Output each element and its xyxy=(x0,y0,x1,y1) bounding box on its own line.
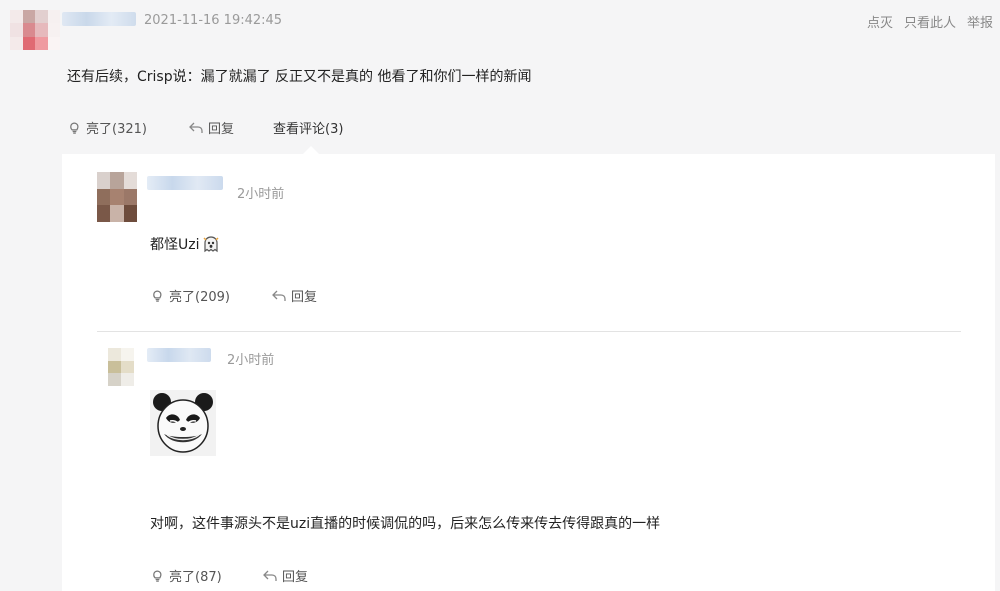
comment-1-time: 2小时前 xyxy=(237,187,285,202)
comment-divider xyxy=(97,331,961,332)
view-comments-button[interactable]: 查看评论(3) xyxy=(273,118,343,137)
comment-2-time: 2小时前 xyxy=(227,353,275,368)
comment-2-content: 对啊，这件事源头不是uzi直播的时候调侃的吗，后来怎么传来传去传得跟真的一样 xyxy=(150,516,661,532)
report-link[interactable]: 举报 xyxy=(967,12,993,31)
comment-1-content: 都怪Uzi xyxy=(150,234,220,254)
ghost-emoji-icon xyxy=(203,236,218,253)
comment-1-author-name[interactable] xyxy=(147,176,223,190)
comment-1-like-button[interactable]: 亮了(209) xyxy=(150,286,230,305)
post-author-name[interactable] xyxy=(62,12,136,26)
post-like-button[interactable]: 亮了(321) xyxy=(67,118,147,137)
comment-2-reply-label: 回复 xyxy=(282,570,309,585)
comment-2-reply-button[interactable]: 回复 xyxy=(262,566,308,585)
comment-2-like-button[interactable]: 亮了(87) xyxy=(150,566,222,585)
post-reply-label: 回复 xyxy=(208,122,235,137)
lightbulb-icon xyxy=(70,122,79,134)
view-comments-label: 查看评论(3) xyxy=(273,122,344,137)
comment-2-avatar[interactable] xyxy=(108,348,134,386)
post-author-avatar[interactable] xyxy=(10,10,60,50)
panda-meme-icon xyxy=(150,390,216,456)
post-reply-button[interactable]: 回复 xyxy=(188,118,234,137)
dislike-link[interactable]: 点灭 xyxy=(867,12,893,31)
comment-1-reply-button[interactable]: 回复 xyxy=(271,286,317,305)
reply-arrow-icon xyxy=(263,570,277,581)
comment-1-avatar[interactable] xyxy=(97,172,137,222)
comment-1-like-label: 亮了(209) xyxy=(169,290,230,305)
only-this-user-link[interactable]: 只看此人 xyxy=(904,12,956,31)
reply-arrow-icon xyxy=(272,290,286,301)
post-like-label: 亮了(321) xyxy=(86,122,147,137)
reply-arrow-icon xyxy=(189,122,203,133)
lightbulb-icon xyxy=(153,570,162,582)
comment-2-like-label: 亮了(87) xyxy=(169,570,222,585)
comment-1-text: 都怪Uzi xyxy=(150,237,200,253)
post-content: 还有后续，Crisp说：漏了就漏了 反正又不是真的 他看了和你们一样的新闻 xyxy=(67,69,532,85)
comment-1-reply-label: 回复 xyxy=(291,290,318,305)
lightbulb-icon xyxy=(153,290,162,302)
post-timestamp: 2021-11-16 19:42:45 xyxy=(144,13,283,28)
comment-2-author-name[interactable] xyxy=(147,348,211,362)
